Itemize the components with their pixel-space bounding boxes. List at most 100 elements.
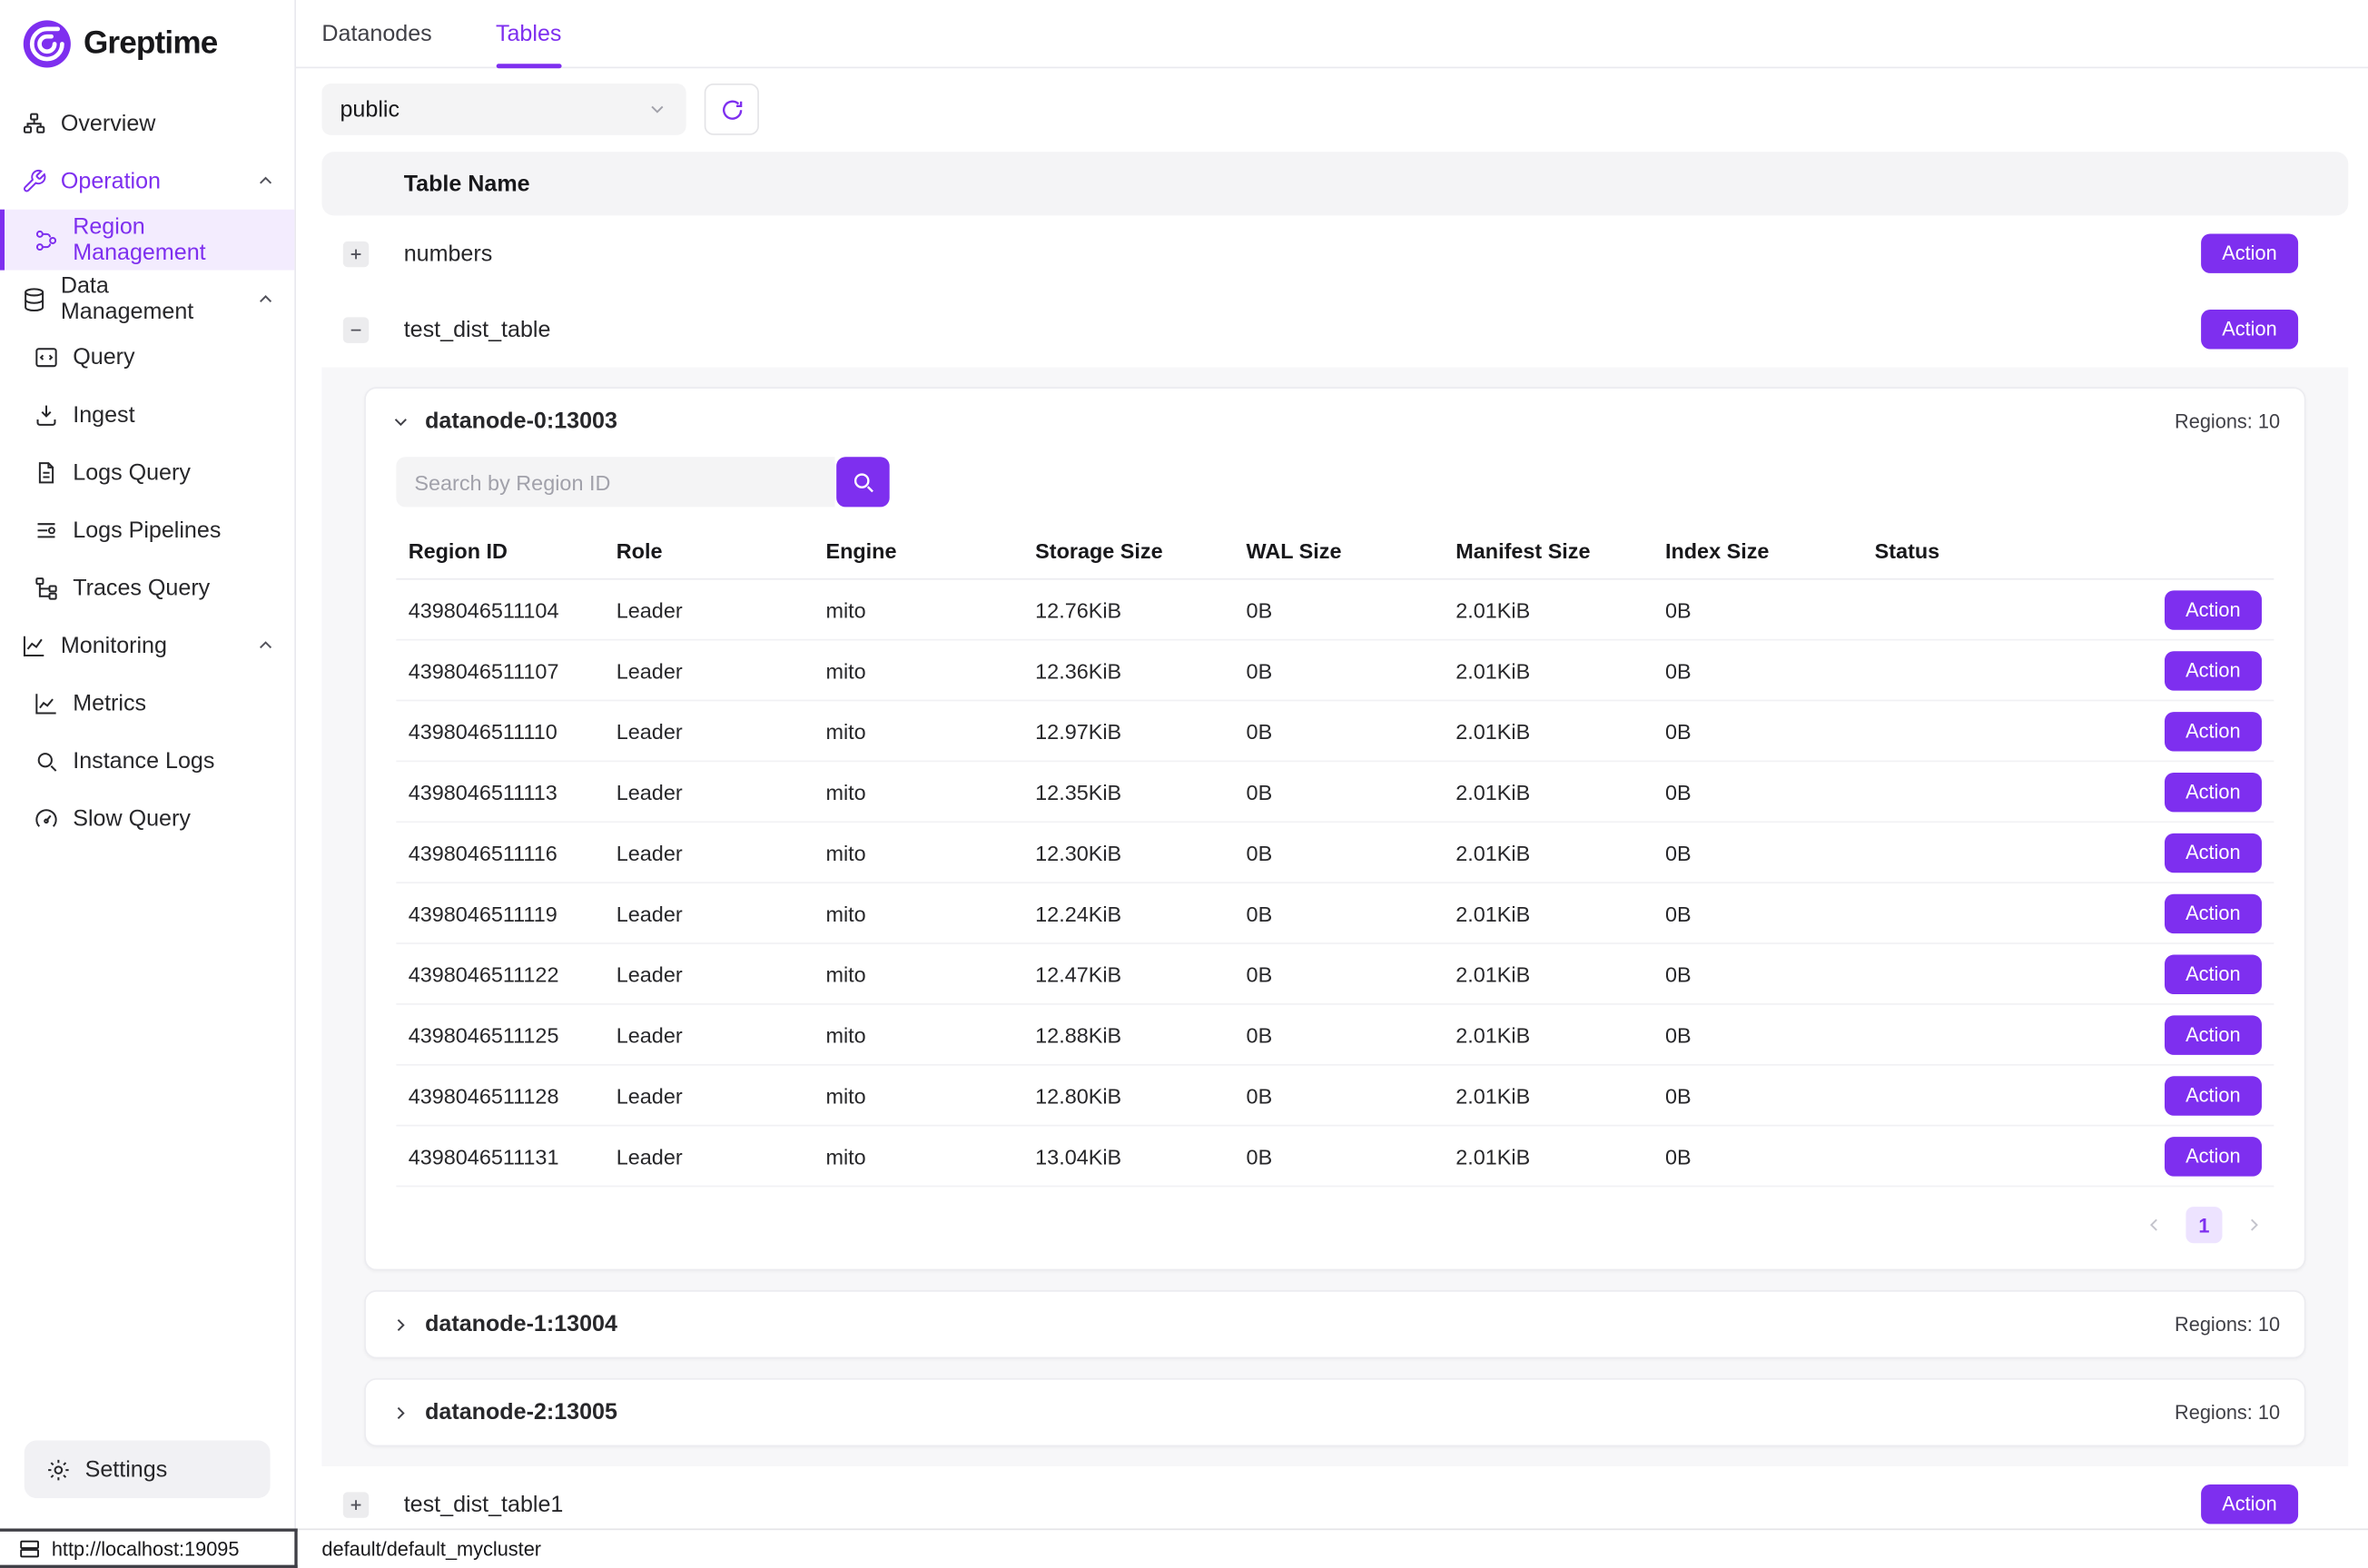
collapse-button[interactable] [343, 317, 369, 342]
region-action-button[interactable]: Action [2165, 1015, 2262, 1054]
sidebar-item-slow-query[interactable]: Slow Query [0, 789, 294, 847]
sidebar-item-metrics[interactable]: Metrics [0, 674, 294, 732]
engine-cell: mito [814, 1083, 1023, 1108]
region-action-button[interactable]: Action [2165, 1075, 2262, 1114]
table-action-button[interactable]: Action [2201, 233, 2298, 272]
region-action-button[interactable]: Action [2165, 954, 2262, 993]
tab-datanodes[interactable]: Datanodes [321, 0, 431, 67]
datanode-2-header[interactable]: datanode-2:13005 Regions: 10 [366, 1380, 2304, 1445]
sidebar-item-label: Region Management [73, 214, 276, 266]
sidebar-item-overview[interactable]: Overview [0, 94, 294, 153]
region-action-button[interactable]: Action [2165, 711, 2262, 750]
manifest-size-cell: 2.01KiB [1444, 1144, 1653, 1169]
expand-button[interactable] [343, 1492, 369, 1517]
database-select[interactable]: public [321, 84, 686, 135]
trace-tree-icon [34, 575, 59, 600]
sidebar-nav: Overview Operation Region Management Dat… [0, 94, 294, 1568]
wal-size-cell: 0B [1234, 840, 1444, 864]
region-action-button[interactable]: Action [2165, 772, 2262, 811]
table-name: test_dist_table1 [404, 1492, 2201, 1517]
engine-cell: mito [814, 840, 1023, 864]
table-action-button[interactable]: Action [2201, 1484, 2298, 1524]
role-cell: Leader [604, 658, 814, 683]
plus-icon [348, 1496, 364, 1513]
index-size-cell: 0B [1653, 1144, 1863, 1169]
sidebar-item-region-management[interactable]: Region Management [0, 210, 294, 271]
role-cell: Leader [604, 1144, 814, 1169]
engine-cell: mito [814, 1022, 1023, 1047]
chevron-down-icon [390, 410, 411, 431]
region-action-button[interactable]: Action [2165, 893, 2262, 932]
sidebar-item-label: Traces Query [73, 575, 210, 600]
server-url-box[interactable]: http://localhost:19095 [0, 1529, 298, 1568]
datanode-card-2: datanode-2:13005 Regions: 10 [364, 1378, 2305, 1446]
regions-count: Regions: 10 [2175, 1401, 2280, 1424]
sidebar-item-logs-query[interactable]: Logs Query [0, 443, 294, 501]
chevron-right-icon [390, 1402, 411, 1423]
sidebar-item-label: Data Management [61, 273, 242, 325]
pagination: 1 [396, 1187, 2274, 1259]
datanode-1-header[interactable]: datanode-1:13004 Regions: 10 [366, 1292, 2304, 1357]
sidebar: Greptime Overview Operation Region Manag… [0, 0, 296, 1568]
datanode-name: datanode-2:13005 [425, 1399, 617, 1425]
refresh-button[interactable] [705, 84, 759, 135]
region-row: 4398046511128 Leader mito 12.80KiB 0B 2.… [396, 1066, 2274, 1127]
index-size-cell: 0B [1653, 779, 1863, 804]
sidebar-item-query[interactable]: Query [0, 328, 294, 386]
region-search [396, 457, 2274, 507]
region-search-button[interactable] [836, 457, 890, 507]
role-cell: Leader [604, 597, 814, 622]
engine-cell: mito [814, 901, 1023, 925]
manifest-size-cell: 2.01KiB [1444, 658, 1653, 683]
tables-content: Table Name numbers Action test_dist_tabl… [296, 152, 2368, 1542]
datanode-0-header[interactable]: datanode-0:13003 Regions: 10 [366, 389, 2304, 454]
storage-size-cell: 13.04KiB [1023, 1144, 1234, 1169]
datanode-0-body: Region ID Role Engine Storage Size WAL S… [366, 457, 2304, 1268]
search-icon [850, 469, 875, 495]
sidebar-item-operation[interactable]: Operation [0, 152, 294, 210]
engine-cell: mito [814, 719, 1023, 744]
sidebar-item-instance-logs[interactable]: Instance Logs [0, 732, 294, 790]
sidebar-item-monitoring[interactable]: Monitoring [0, 616, 294, 675]
datanode-card-1: datanode-1:13004 Regions: 10 [364, 1290, 2305, 1358]
sidebar-item-traces-query[interactable]: Traces Query [0, 558, 294, 616]
region-row: 4398046511113 Leader mito 12.35KiB 0B 2.… [396, 762, 2274, 823]
region-row: 4398046511119 Leader mito 12.24KiB 0B 2.… [396, 883, 2274, 944]
col-storage-size: Storage Size [1023, 538, 1234, 563]
next-page-button[interactable] [2244, 1214, 2264, 1235]
table-action-button[interactable]: Action [2201, 310, 2298, 349]
storage-size-cell: 12.97KiB [1023, 719, 1234, 744]
region-search-input[interactable] [396, 457, 834, 507]
metrics-icon [34, 690, 59, 715]
engine-cell: mito [814, 1144, 1023, 1169]
tab-label: Tables [496, 21, 561, 46]
sidebar-item-logs-pipelines[interactable]: Logs Pipelines [0, 501, 294, 559]
col-wal-size: WAL Size [1234, 538, 1444, 563]
table-name: numbers [404, 241, 2201, 266]
page-number[interactable]: 1 [2185, 1207, 2222, 1243]
sidebar-item-label: Instance Logs [73, 747, 214, 773]
sidebar-item-label: Logs Query [73, 459, 191, 485]
region-action-button[interactable]: Action [2165, 1136, 2262, 1175]
settings-button[interactable]: Settings [25, 1441, 271, 1499]
region-action-button[interactable]: Action [2165, 650, 2262, 689]
sidebar-item-label: Logs Pipelines [73, 517, 221, 542]
storage-size-cell: 12.35KiB [1023, 779, 1234, 804]
col-manifest-size: Manifest Size [1444, 538, 1653, 563]
wal-size-cell: 0B [1234, 901, 1444, 925]
tab-tables[interactable]: Tables [496, 0, 561, 67]
region-branch-icon [34, 227, 59, 252]
region-id-cell: 4398046511128 [396, 1083, 604, 1108]
expand-button[interactable] [343, 241, 369, 266]
engine-cell: mito [814, 962, 1023, 986]
region-row: 4398046511125 Leader mito 12.88KiB 0B 2.… [396, 1005, 2274, 1066]
sidebar-item-ingest[interactable]: Ingest [0, 386, 294, 444]
sidebar-item-data-management[interactable]: Data Management [0, 271, 294, 329]
pipeline-icon [34, 517, 59, 542]
region-action-button[interactable]: Action [2165, 833, 2262, 872]
region-action-button[interactable]: Action [2165, 589, 2262, 628]
prev-page-button[interactable] [2144, 1214, 2165, 1235]
sidebar-item-label: Slow Query [73, 805, 191, 831]
region-row: 4398046511110 Leader mito 12.97KiB 0B 2.… [396, 701, 2274, 762]
sidebar-item-label: Monitoring [61, 632, 167, 657]
